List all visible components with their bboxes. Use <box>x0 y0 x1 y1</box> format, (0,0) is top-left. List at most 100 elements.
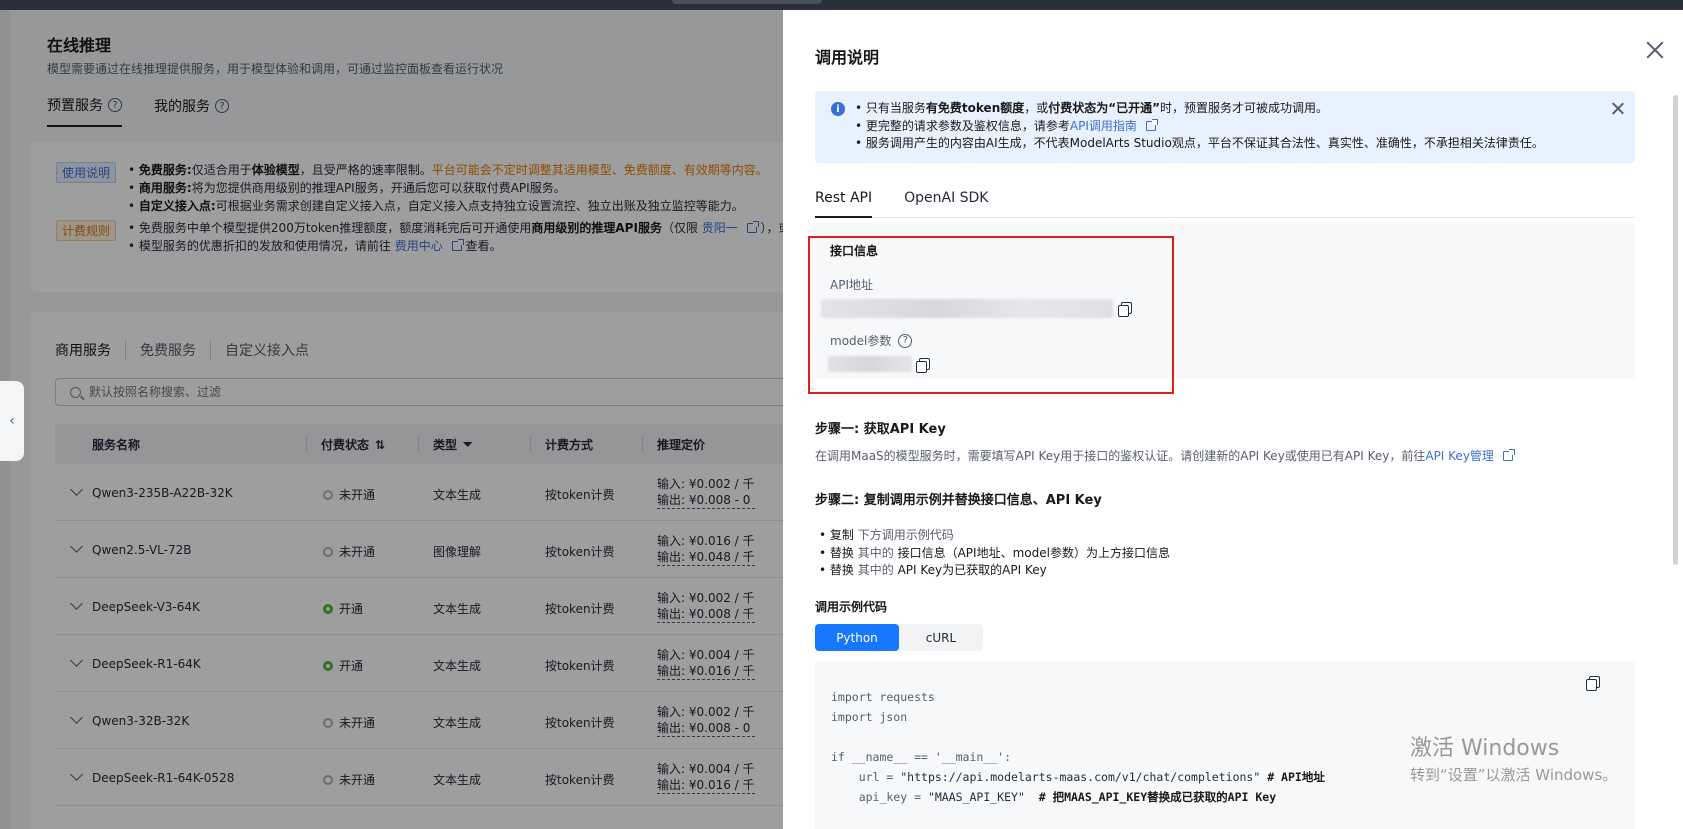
tab-free[interactable]: 免费服务 <box>125 340 210 360</box>
model-param-text: model参数 <box>830 334 892 348</box>
status-text: 未开通 <box>339 545 376 559</box>
code-line: import requests <box>831 690 935 704</box>
billing-method: 按token计费 <box>545 659 615 673</box>
col-divider <box>642 436 643 452</box>
tab-custom-endpoint[interactable]: 自定义接入点 <box>210 340 323 360</box>
notice-close-icon[interactable] <box>1610 101 1626 117</box>
tab-python[interactable]: Python <box>815 624 899 651</box>
filter-icon[interactable]: ⏷ <box>463 437 473 452</box>
biz-text: 将为您提供商用级别的推理API服务，开通后您可以获取付费API服务。 <box>191 181 566 195</box>
copy-code-icon[interactable] <box>1586 676 1600 691</box>
chevron-down-icon[interactable] <box>70 483 83 496</box>
table-row[interactable]: DeepSeek-R1-64K 开通 文本生成 按token计费 输入: ¥0.004 … <box>55 635 783 692</box>
service-name: Qwen3-32B-32K <box>92 714 190 728</box>
service-list-card: 商用服务 免费服务 自定义接入点 服务名称 付费状态 ⇅ 类型 ⏷ 计费方式 推理定… <box>30 312 783 829</box>
free-label: 免费服务: <box>138 163 192 177</box>
billing-center-link[interactable]: 费用中心 <box>395 239 443 253</box>
chevron-left-icon: ‹ <box>9 413 15 429</box>
api-address-label: API地址 <box>830 278 873 292</box>
bullet-verb: 复制 <box>829 528 854 542</box>
external-link-icon <box>1145 118 1158 131</box>
tab-openai-sdk[interactable]: OpenAI SDK <box>904 180 988 217</box>
price-info: 输入: ¥0.002 / 千输出: ¥0.008 / 千 <box>657 590 755 623</box>
price-output: 输出: ¥0.008 - 0 <box>657 720 755 737</box>
sort-icon[interactable]: ⇅ <box>375 438 385 452</box>
search-box[interactable] <box>55 378 783 406</box>
region-link[interactable]: 贵阳一 <box>702 221 738 235</box>
table-row[interactable]: DeepSeek-R1-64K-0528 未开通 文本生成 按token计费 输入: ¥… <box>55 749 783 806</box>
chevron-down-icon[interactable] <box>70 768 83 781</box>
step2-title: 步骤二: 复制调用示例并替换接口信息、API Key <box>815 493 1102 508</box>
step2-bullets: 复制 下方调用示例代码 替换 其中的 接口信息（API地址、model参数）为上… <box>819 527 1170 580</box>
free-warning: 平台可能会不定时调整其适用模型、免费额度、有效期等内容。 <box>431 163 768 177</box>
code-example-label: 调用示例代码 <box>815 600 888 614</box>
help-icon[interactable]: ? <box>108 98 122 112</box>
copy-icon[interactable] <box>916 358 930 373</box>
chevron-down-icon[interactable] <box>70 711 83 724</box>
usage-info-card: 使用说明 • 免费服务:仅适合用于体验模型，且受严格的速率限制。平台可能会不定时… <box>30 142 783 292</box>
billing-text-a: 免费服务中单个模型提供200万token推理额度，额度消耗完后可开通使用 <box>138 221 532 235</box>
page-subtitle: 模型需要通过在线推理提供服务，用于模型体验和调用，可通过监控面板查看运行状况 <box>47 62 504 76</box>
price-output: 输出: ¥0.008 - 0 <box>657 492 755 509</box>
notice-text: 更完整的请求参数及鉴权信息，请参考 <box>865 118 1070 133</box>
price-output: 输出: ¥0.016 / 千 <box>657 664 755 680</box>
price-input: 输入: ¥0.002 / 千 <box>657 705 755 719</box>
biz-label: 商用服务: <box>138 181 192 195</box>
browser-top-bar <box>0 0 1683 10</box>
api-tabs: Rest API OpenAI SDK <box>815 180 1635 218</box>
billing-method: 按token计费 <box>545 716 615 730</box>
price-input: 输入: ¥0.016 / 千 <box>657 534 755 548</box>
table-header: 服务名称 付费状态 ⇅ 类型 ⏷ 计费方式 推理定价 <box>55 424 783 464</box>
chevron-down-icon[interactable] <box>70 540 83 553</box>
notice-item-1: 只有当服务有免费token额度，或付费状态为“已开通”时，预置服务才可被成功调用… <box>855 100 1544 118</box>
code-string: "https://api.modelarts-maas.com/v1/chat/… <box>900 770 1261 784</box>
payment-status: 开通 <box>323 657 363 674</box>
notice-banner: i 只有当服务有免费token额度，或付费状态为“已开通”时，预置服务才可被成功… <box>815 91 1635 163</box>
service-name: Qwen3-235B-A22B-32K <box>92 486 233 500</box>
billing-text-b: 商用级别的推理API服务 <box>531 221 662 235</box>
billing-tag: 计费规则 <box>56 220 117 241</box>
billing-text-d: ），或 <box>760 221 783 235</box>
search-input[interactable] <box>89 385 689 399</box>
tab-commercial[interactable]: 商用服务 <box>55 340 125 360</box>
tab-rest-api[interactable]: Rest API <box>815 180 873 218</box>
chevron-down-icon[interactable] <box>70 597 83 610</box>
api-guide-link[interactable]: API调用指南 <box>1070 119 1137 133</box>
col-name: 服务名称 <box>92 438 141 452</box>
external-link-icon <box>451 239 464 251</box>
help-icon[interactable]: ? <box>215 99 229 113</box>
collapse-handle[interactable]: ‹ <box>0 381 24 461</box>
tab-preset-services[interactable]: 预置服务 ? <box>47 95 122 127</box>
bullet-verb: 替换 <box>829 545 854 560</box>
help-icon[interactable]: ? <box>898 333 913 348</box>
col-status[interactable]: 付费状态 ⇅ <box>321 436 385 453</box>
col-type[interactable]: 类型 ⏷ <box>433 436 473 453</box>
table-row[interactable]: DeepSeek-V3-64K 开通 文本生成 按token计费 输入: ¥0.002 … <box>55 578 783 635</box>
price-input: 输入: ¥0.004 / 千 <box>657 762 755 776</box>
api-key-management-link[interactable]: API Key管理 <box>1425 449 1494 463</box>
copy-icon[interactable] <box>1118 302 1132 317</box>
billing-text-c: （仅限 <box>661 221 698 235</box>
tab-my-services[interactable]: 我的服务 ? <box>154 95 229 127</box>
service-type: 图像理解 <box>433 545 482 559</box>
bullet-verb: 替换 <box>829 563 854 577</box>
step1-title: 步骤一: 获取API Key <box>815 422 946 437</box>
info-icon: i <box>831 102 845 116</box>
table-row[interactable]: Qwen3-235B-A22B-32K 未开通 文本生成 按token计费 输入: ¥0… <box>55 464 783 521</box>
chevron-down-icon[interactable] <box>70 654 83 667</box>
usage-lines: • 免费服务:仅适合用于体验模型，且受严格的速率限制。平台可能会不定时调整其适用… <box>128 162 768 214</box>
close-icon[interactable] <box>1643 38 1667 62</box>
table-row[interactable]: Qwen2.5-VL-72B 未开通 图像理解 按token计费 输入: ¥0.016 … <box>55 521 783 578</box>
code-string: "MAAS_API_KEY" <box>927 790 1025 804</box>
code-line: url = <box>831 770 901 784</box>
price-input: 输入: ¥0.004 / 千 <box>657 648 755 662</box>
price-input: 输入: ¥0.002 / 千 <box>657 477 755 491</box>
col-type-label: 类型 <box>433 438 458 452</box>
free-text-a: 仅适合用于 <box>191 163 252 177</box>
tab-my-label: 我的服务 <box>154 99 210 115</box>
drawer-scrollbar[interactable] <box>1673 95 1678 565</box>
tab-curl[interactable]: cURL <box>899 624 983 651</box>
notice-bold: 付费状态为“已开通” <box>1048 101 1161 115</box>
table-row[interactable]: Qwen3-32B-32K 未开通 文本生成 按token计费 输入: ¥0.002 /… <box>55 692 783 749</box>
model-param-label: model参数 ? <box>830 332 913 349</box>
